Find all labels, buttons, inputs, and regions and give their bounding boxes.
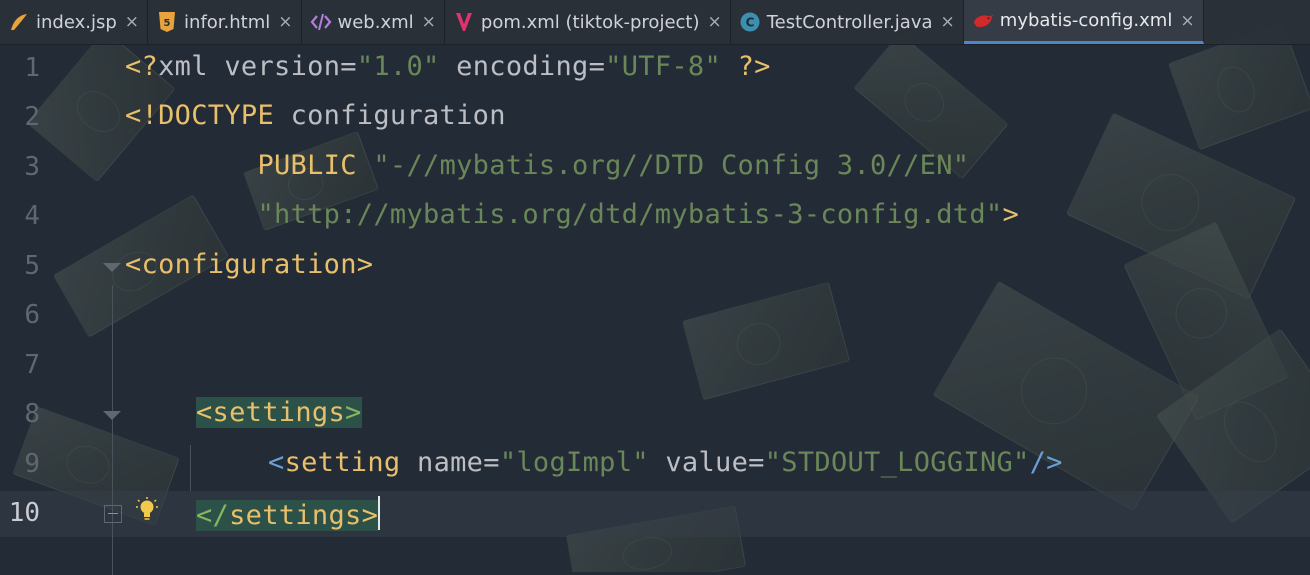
java-class-icon: C bbox=[739, 11, 761, 33]
system-id-string: "http://mybatis.org/dtd/mybatis-3-config… bbox=[257, 199, 1003, 230]
tab-label: infor.html bbox=[184, 11, 271, 33]
line-number: 9 bbox=[24, 449, 40, 479]
code-line-8: <settings> bbox=[196, 397, 362, 428]
attr-name: name bbox=[417, 447, 484, 478]
tab-mybatis-config-xml[interactable]: mybatis-config.xml × bbox=[963, 0, 1204, 44]
editor-tab-bar: index.jsp × 5 infor.html × web.xml × pom… bbox=[0, 0, 1310, 45]
tag-close-bracket: > bbox=[345, 397, 362, 428]
code-line-10: </settings> bbox=[196, 496, 381, 531]
attr-value: "logImpl" bbox=[499, 447, 649, 478]
tab-label: TestController.java bbox=[766, 11, 933, 33]
equals: = bbox=[588, 51, 606, 82]
configuration-open-tag: <configuration> bbox=[125, 249, 374, 280]
tab-label: pom.xml (tiktok-project) bbox=[480, 11, 700, 33]
line-number: 1 bbox=[24, 53, 40, 83]
svg-text:C: C bbox=[745, 16, 754, 30]
settings-open-tag: <settings bbox=[196, 397, 345, 428]
maven-icon bbox=[453, 11, 475, 33]
settings-open-tag-highlight: <settings> bbox=[196, 397, 362, 428]
code-line-3: PUBLIC "-//mybatis.org//DTD Config 3.0//… bbox=[125, 150, 969, 181]
attr-value: "1.0" bbox=[356, 51, 440, 82]
code-line-2: <!DOCTYPE configuration bbox=[125, 100, 506, 131]
line-number: 2 bbox=[24, 102, 40, 132]
tag-close-bracket: > bbox=[1046, 447, 1063, 478]
tab-index-jsp[interactable]: index.jsp × bbox=[0, 0, 149, 44]
code-line-5: <configuration> bbox=[125, 249, 373, 280]
line-number: 6 bbox=[24, 300, 40, 330]
fold-marker-icon[interactable] bbox=[103, 411, 121, 420]
attr-name: version bbox=[224, 51, 341, 82]
settings-close-tag: settings bbox=[229, 500, 362, 531]
doctype-keyword: <!DOCTYPE bbox=[125, 100, 291, 131]
code-line-4: "http://mybatis.org/dtd/mybatis-3-config… bbox=[125, 199, 1019, 230]
tab-pom-xml[interactable]: pom.xml (tiktok-project) × bbox=[445, 0, 731, 44]
lightbulb-icon[interactable] bbox=[136, 497, 158, 523]
indent-guide bbox=[190, 445, 191, 491]
indent-guide bbox=[112, 285, 113, 575]
setting-tag-name: setting bbox=[284, 447, 418, 478]
tab-infor-html[interactable]: 5 infor.html × bbox=[148, 0, 302, 44]
line-number: 8 bbox=[24, 399, 40, 429]
equals: = bbox=[748, 447, 765, 478]
fold-end-icon[interactable] bbox=[104, 505, 122, 523]
attr-value: "UTF-8" bbox=[605, 51, 722, 82]
line-number: 3 bbox=[24, 152, 40, 182]
doctype-name: configuration bbox=[290, 100, 506, 131]
text-caret bbox=[378, 496, 381, 530]
close-icon[interactable]: × bbox=[1180, 11, 1194, 31]
xml-decl-close: ?> bbox=[721, 51, 771, 82]
tab-label: index.jsp bbox=[36, 11, 117, 33]
attr-name: value bbox=[648, 447, 749, 478]
tab-label: web.xml bbox=[337, 11, 414, 33]
attr-name: encoding bbox=[439, 51, 589, 82]
self-close-slash: / bbox=[1029, 447, 1047, 478]
close-icon[interactable]: × bbox=[125, 12, 139, 32]
line-number: 5 bbox=[24, 251, 40, 281]
equals: = bbox=[483, 447, 500, 478]
xml-decl-open: <? bbox=[125, 51, 159, 82]
settings-close-tag-highlight: </settings> bbox=[196, 500, 379, 531]
equals: = bbox=[340, 51, 357, 82]
jsp-icon bbox=[8, 11, 30, 33]
tag-open-bracket: < bbox=[268, 447, 285, 478]
xml-decl-name: xml bbox=[158, 51, 225, 82]
tag-close-open-bracket: </ bbox=[196, 500, 230, 531]
tag-close-bracket: > bbox=[361, 500, 379, 531]
close-icon[interactable]: × bbox=[278, 12, 292, 32]
tab-testcontroller-java[interactable]: C TestController.java × bbox=[731, 0, 964, 44]
xml-tag-icon bbox=[310, 11, 332, 33]
fold-marker-icon[interactable] bbox=[103, 263, 121, 272]
line-number: 7 bbox=[24, 350, 40, 380]
close-icon[interactable]: × bbox=[708, 12, 722, 32]
html5-icon: 5 bbox=[156, 11, 178, 33]
svg-text:5: 5 bbox=[164, 18, 171, 29]
tab-label: mybatis-config.xml bbox=[999, 10, 1173, 31]
public-id-string: "-//mybatis.org//DTD Config 3.0//EN" bbox=[373, 150, 970, 181]
code-line-1: <?xml version="1.0" encoding="UTF-8" ?> bbox=[125, 51, 771, 82]
tab-web-xml[interactable]: web.xml × bbox=[302, 0, 445, 44]
close-icon[interactable]: × bbox=[422, 12, 436, 32]
line-number-current: 10 bbox=[8, 498, 40, 528]
mybatis-bird-icon bbox=[972, 10, 994, 32]
code-line-9: <setting name="logImpl" value="STDOUT_LO… bbox=[268, 447, 1063, 478]
close-icon[interactable]: × bbox=[941, 12, 955, 32]
attr-value: "STDOUT_LOGGING" bbox=[764, 447, 1030, 478]
line-number: 4 bbox=[24, 201, 40, 231]
public-keyword: PUBLIC bbox=[125, 150, 374, 181]
doctype-close: > bbox=[1002, 199, 1020, 230]
code-editor[interactable]: 1 2 3 4 5 6 7 8 9 10 <?xml version="1.0"… bbox=[0, 45, 1310, 575]
